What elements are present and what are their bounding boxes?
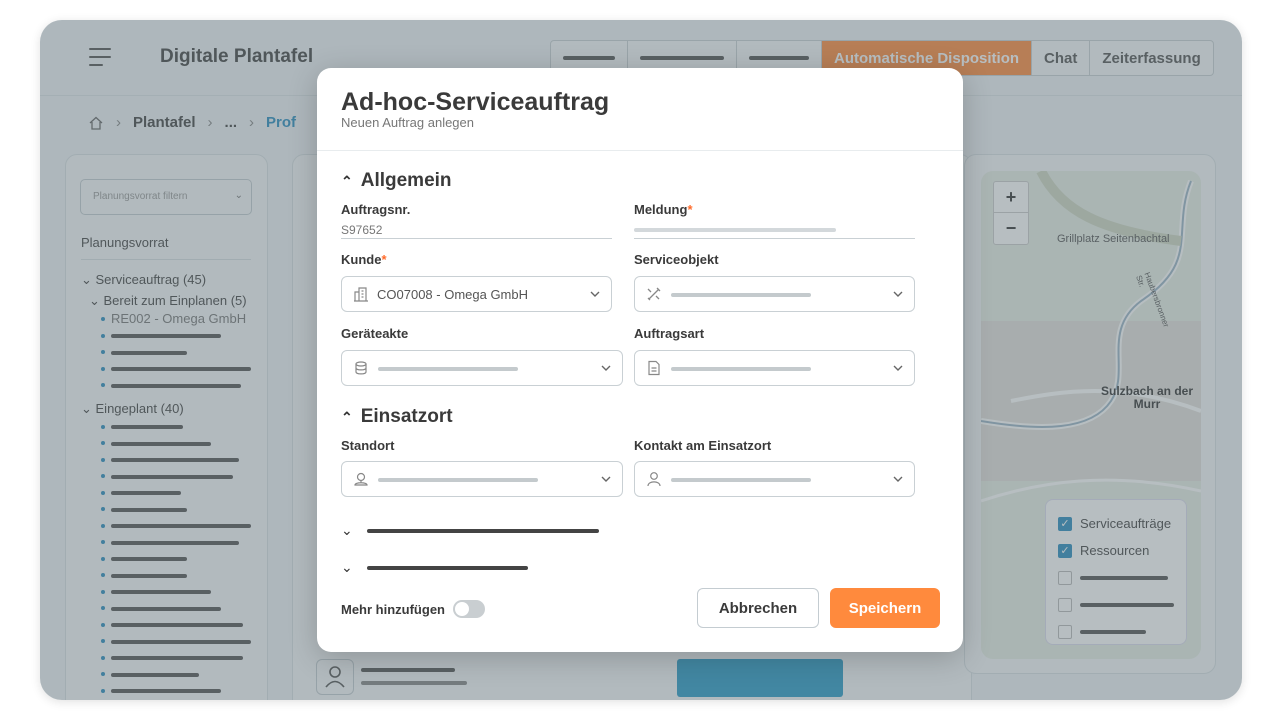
- customer-label-text: Kunde: [341, 252, 382, 267]
- dialog-title: Ad-hoc-Serviceauftrag: [341, 88, 610, 116]
- chevron-down-icon: ⌄: [341, 559, 353, 575]
- location-select[interactable]: [341, 461, 623, 497]
- order-number-underline: [341, 238, 612, 239]
- required-mark: *: [381, 252, 387, 267]
- customer-label: Kunde*: [341, 252, 387, 267]
- service-object-placeholder: [671, 293, 811, 297]
- chevron-down-icon: [893, 365, 903, 371]
- chevron-down-icon: ⌄: [341, 522, 353, 538]
- chevron-down-icon: [893, 476, 903, 482]
- device-file-label: Geräteakte: [341, 326, 409, 341]
- device-file-placeholder: [378, 367, 518, 371]
- collapsed-section-2[interactable]: ⌄: [341, 559, 528, 576]
- message-field[interactable]: [634, 228, 836, 232]
- section-general-title: Allgemein: [360, 170, 452, 191]
- chevron-down-icon: [601, 365, 611, 371]
- section-title-placeholder: [367, 528, 599, 533]
- cancel-button[interactable]: Abbrechen: [697, 588, 819, 628]
- customer-select[interactable]: CO07008 - Omega GmbH: [341, 276, 612, 312]
- section-general-header[interactable]: ⌃ Allgemein: [341, 170, 452, 192]
- document-icon: [648, 360, 660, 376]
- building-icon: [354, 287, 368, 302]
- contact-placeholder: [671, 478, 811, 482]
- order-type-select[interactable]: [634, 350, 915, 386]
- ad-hoc-service-order-dialog: Ad-hoc-Serviceauftrag Neuen Auftrag anle…: [317, 68, 963, 652]
- location-placeholder: [378, 478, 538, 482]
- message-underline: [634, 238, 915, 239]
- contact-select[interactable]: [634, 461, 915, 497]
- device-file-select[interactable]: [341, 350, 623, 386]
- divider: [317, 150, 963, 151]
- order-number-label: Auftragsnr.: [341, 202, 411, 217]
- section-title-placeholder: [367, 565, 528, 570]
- customer-value: CO07008 - Omega GmbH: [377, 287, 529, 302]
- chevron-up-icon: ⌃: [341, 172, 353, 189]
- service-object-select[interactable]: [634, 276, 915, 312]
- service-object-label: Serviceobjekt: [634, 252, 719, 267]
- chevron-down-icon: [893, 291, 903, 297]
- chevron-down-icon: [590, 291, 600, 297]
- order-type-label: Auftragsart: [634, 326, 705, 341]
- user-icon: [647, 472, 661, 487]
- location-label: Standort: [341, 438, 395, 453]
- section-location-title: Einsatzort: [360, 406, 453, 427]
- section-location-header[interactable]: ⌃ Einsatzort: [341, 406, 453, 428]
- collapsed-section-1[interactable]: ⌄: [341, 522, 599, 539]
- dialog-subtitle: Neuen Auftrag anlegen: [341, 115, 474, 130]
- contact-label: Kontakt am Einsatzort: [634, 438, 772, 453]
- add-more-toggle[interactable]: [453, 600, 485, 618]
- chevron-up-icon: ⌃: [341, 408, 353, 425]
- message-label-text: Meldung: [634, 202, 688, 217]
- message-label: Meldung*: [634, 202, 693, 217]
- add-more-label: Mehr hinzufügen: [341, 601, 445, 617]
- save-button[interactable]: Speichern: [830, 588, 940, 628]
- chevron-down-icon: [601, 476, 611, 482]
- order-type-placeholder: [671, 367, 811, 371]
- tools-icon: [647, 287, 661, 301]
- location-pin-icon: [354, 472, 368, 486]
- database-icon: [355, 361, 367, 375]
- add-more-row: Mehr hinzufügen: [341, 600, 485, 618]
- required-mark: *: [687, 202, 693, 217]
- order-number-value: S97652: [341, 223, 383, 237]
